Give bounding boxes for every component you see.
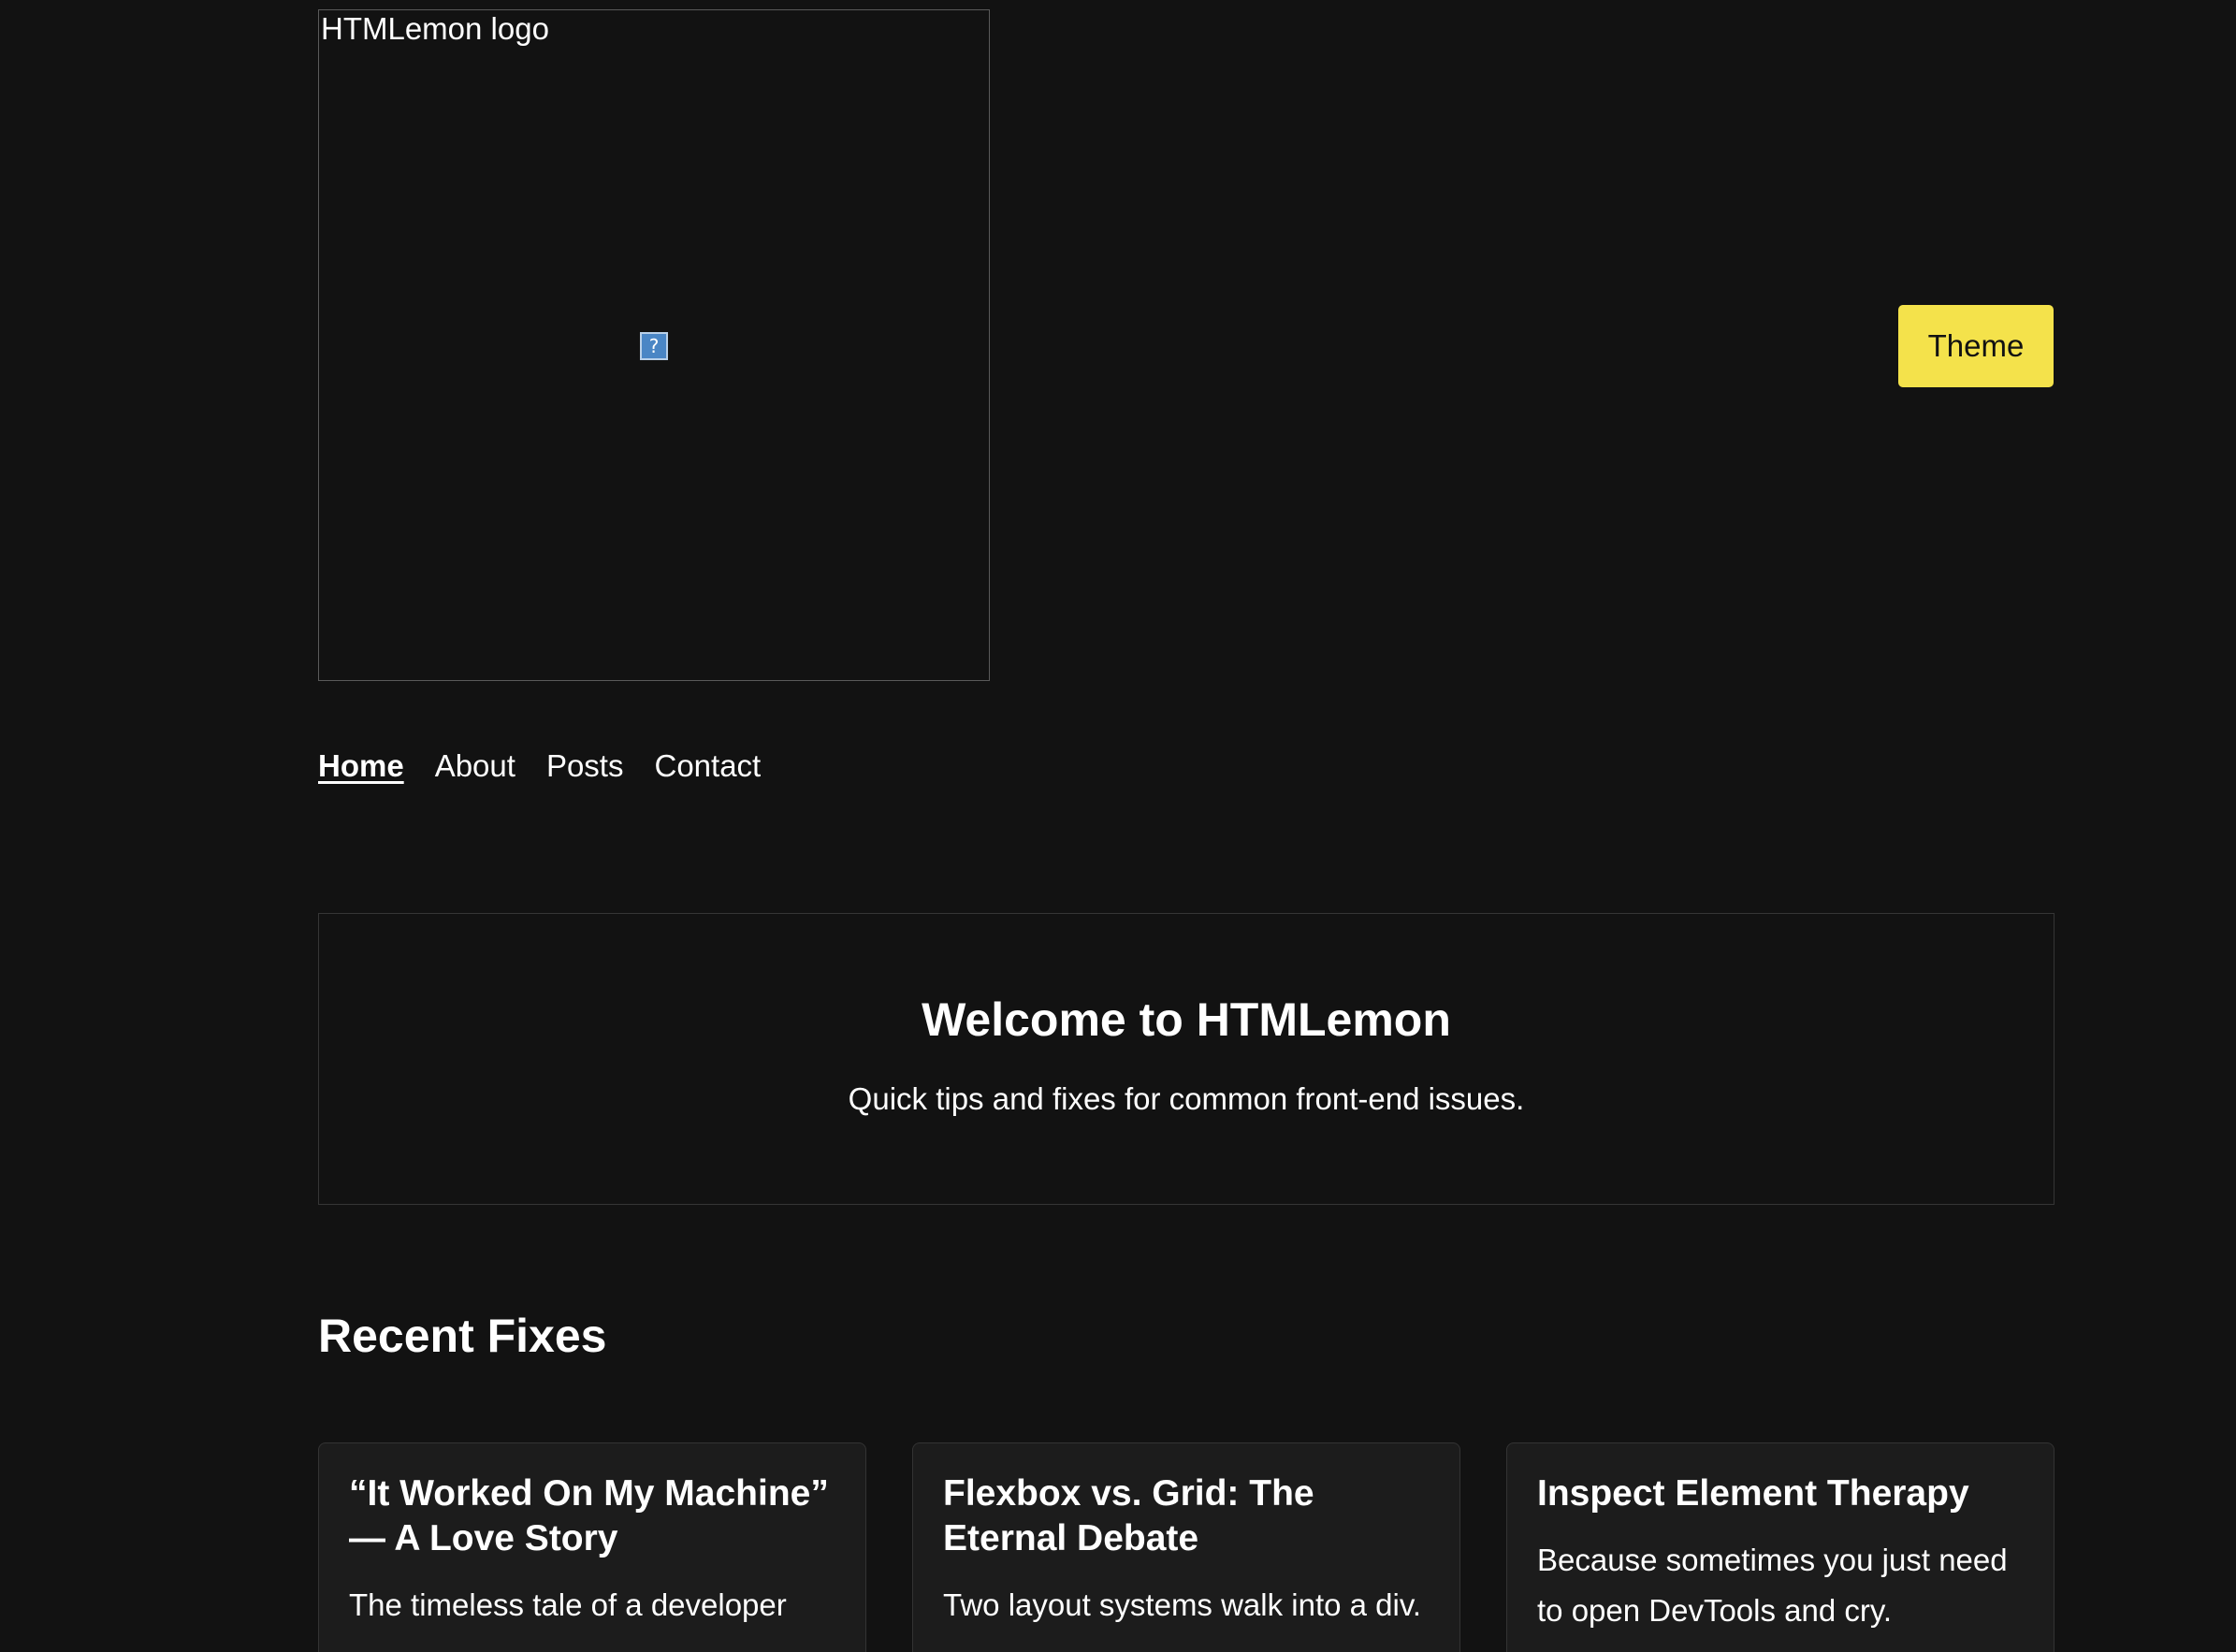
logo-alt-text: HTMLemon logo xyxy=(321,11,549,46)
nav-item-about[interactable]: About xyxy=(435,746,515,787)
post-card-title[interactable]: “It Worked On My Machine” — A Love Story xyxy=(349,1471,835,1561)
post-card[interactable]: “It Worked On My Machine” — A Love Story… xyxy=(318,1442,866,1652)
recent-fixes-heading: Recent Fixes xyxy=(318,1310,607,1362)
nav-item-posts[interactable]: Posts xyxy=(546,746,624,787)
broken-image-icon: ? xyxy=(640,332,668,360)
post-card-title[interactable]: Flexbox vs. Grid: The Eternal Debate xyxy=(943,1471,1430,1561)
nav-item-contact[interactable]: Contact xyxy=(654,746,761,787)
hero-title: Welcome to HTMLemon xyxy=(922,993,1451,1046)
page: HTMLemon logo ? Theme Home About Posts C… xyxy=(0,0,2236,1652)
post-card-list: “It Worked On My Machine” — A Love Story… xyxy=(318,1442,2055,1652)
hero-banner: Welcome to HTMLemon Quick tips and fixes… xyxy=(318,913,2055,1205)
post-card[interactable]: Inspect Element Therapy Because sometime… xyxy=(1506,1442,2055,1652)
theme-toggle-button[interactable]: Theme xyxy=(1898,305,2054,387)
post-card-excerpt: Two layout systems walk into a div. xyxy=(943,1587,1422,1622)
post-card-title[interactable]: Inspect Element Therapy xyxy=(1537,1471,2024,1516)
site-logo[interactable]: HTMLemon logo ? xyxy=(318,9,990,681)
main-nav: Home About Posts Contact xyxy=(318,746,761,787)
hero-subtitle: Quick tips and fixes for common front-en… xyxy=(848,1081,1525,1116)
post-card-excerpt: Because sometimes you just need to open … xyxy=(1537,1543,2008,1628)
post-card-excerpt: The timeless tale of a developer xyxy=(349,1587,787,1622)
post-card[interactable]: Flexbox vs. Grid: The Eternal Debate Two… xyxy=(912,1442,1460,1652)
nav-item-home[interactable]: Home xyxy=(318,746,404,787)
